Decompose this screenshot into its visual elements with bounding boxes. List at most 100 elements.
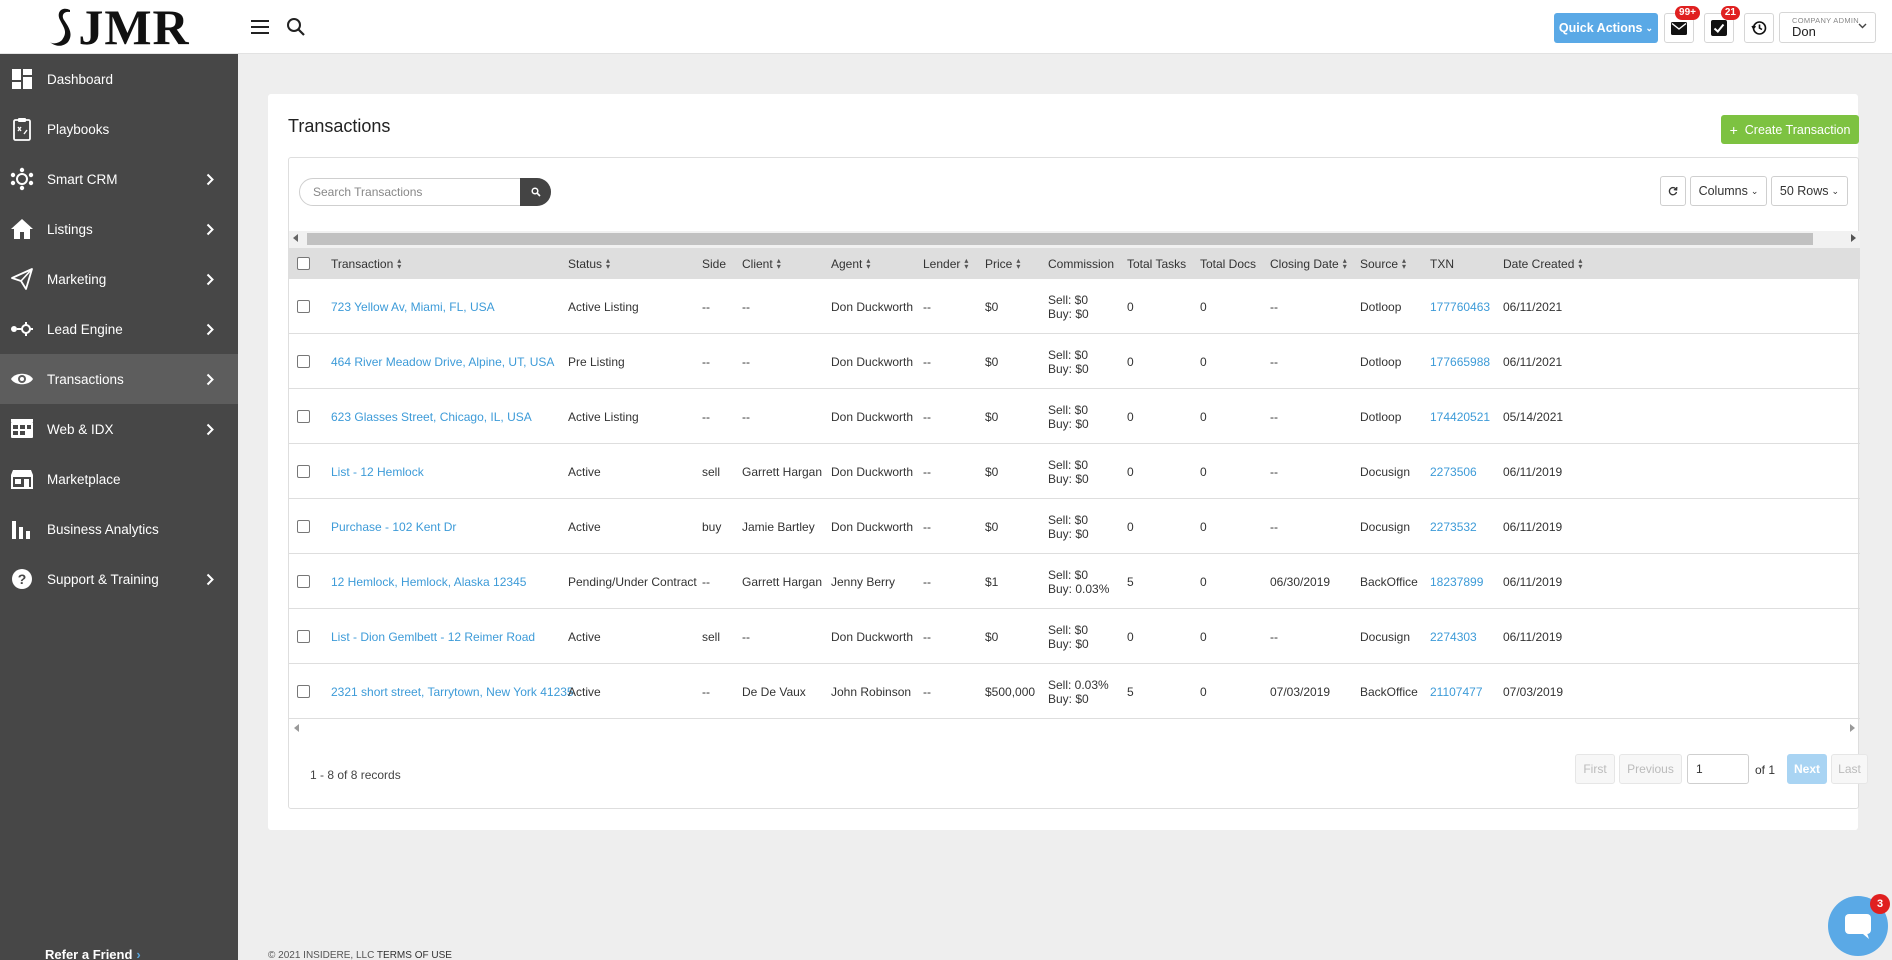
side-value: -- <box>702 409 710 424</box>
sidebar-item-support-training[interactable]: ? Support & Training <box>0 554 238 604</box>
menu-icon[interactable] <box>250 17 270 37</box>
create-transaction-button[interactable]: + Create Transaction <box>1721 115 1859 144</box>
row-checkbox[interactable] <box>297 575 310 588</box>
search-button[interactable] <box>520 178 551 206</box>
column-header-status[interactable]: Status ▴ ▾ <box>568 248 610 279</box>
transaction-link[interactable]: List - Dion Gemlbett - 12 Reimer Road <box>331 630 535 644</box>
column-header-source[interactable]: Source ▴ ▾ <box>1360 248 1406 279</box>
sidebar-item-marketplace[interactable]: Marketplace <box>0 454 238 504</box>
column-header-lender[interactable]: Lender ▴ ▾ <box>923 248 968 279</box>
commission-sell: Sell: 0.03% <box>1048 677 1109 692</box>
txn-link[interactable]: 174420521 <box>1430 410 1490 424</box>
txn-link[interactable]: 2274303 <box>1430 630 1477 644</box>
refresh-button[interactable] <box>1660 176 1686 206</box>
txn-link[interactable]: 2273532 <box>1430 520 1477 534</box>
tasks-button[interactable]: 21 <box>1704 6 1740 43</box>
transaction-link[interactable]: 464 River Meadow Drive, Alpine, UT, USA <box>331 355 554 369</box>
commission-buy: Buy: $0 <box>1048 526 1089 541</box>
commission-sell: Sell: $0 <box>1048 512 1089 527</box>
source-value: BackOffice <box>1360 684 1418 699</box>
lender-cell: -- <box>923 609 931 664</box>
rows-per-page-dropdown[interactable]: 50 Rows ⌄ <box>1771 176 1848 206</box>
txn-link[interactable]: 2273506 <box>1430 465 1477 479</box>
sidebar-item-playbooks[interactable]: Playbooks <box>0 104 238 154</box>
help-icon: ? <box>9 566 35 592</box>
status-value: Active <box>568 464 601 479</box>
transaction-link[interactable]: Purchase - 102 Kent Dr <box>331 520 456 534</box>
column-header-client[interactable]: Client ▴ ▾ <box>742 248 781 279</box>
created-cell: 06/11/2021 <box>1503 334 1562 389</box>
sidebar-item-listings[interactable]: Listings <box>0 204 238 254</box>
transaction-link[interactable]: 12 Hemlock, Hemlock, Alaska 12345 <box>331 575 526 589</box>
first-page-button[interactable]: First <box>1575 754 1615 784</box>
last-page-button[interactable]: Last <box>1831 754 1868 784</box>
sidebar-item-business-analytics[interactable]: Business Analytics <box>0 504 238 554</box>
header-search-icon[interactable] <box>285 16 307 38</box>
search-input[interactable] <box>300 179 522 205</box>
sidebar-item-smart-crm[interactable]: Smart CRM <box>0 154 238 204</box>
transaction-link[interactable]: 723 Yellow Av, Miami, FL, USA <box>331 300 495 314</box>
client-value: -- <box>742 629 750 644</box>
transaction-link[interactable]: 623 Glasses Street, Chicago, IL, USA <box>331 410 532 424</box>
closing-cell: 06/30/2019 <box>1270 554 1330 609</box>
row-checkbox[interactable] <box>297 465 310 478</box>
side-value: sell <box>702 629 721 644</box>
tasks-cell: 0 <box>1127 499 1134 554</box>
bottom-scrollbar[interactable] <box>289 719 1860 736</box>
history-button[interactable] <box>1744 13 1774 43</box>
status-cell: Active <box>568 664 601 719</box>
row-checkbox[interactable] <box>297 355 310 368</box>
transaction-link[interactable]: List - 12 Hemlock <box>331 465 424 479</box>
docs-cell: 0 <box>1200 609 1207 664</box>
tasks-value: 0 <box>1127 519 1134 534</box>
docs-value: 0 <box>1200 409 1207 424</box>
sort-icon: ▴ ▾ <box>1578 255 1583 271</box>
column-header-label: Lender <box>923 256 961 271</box>
sidebar-item-lead-engine[interactable]: Lead Engine <box>0 304 238 354</box>
txn-link[interactable]: 18237899 <box>1430 575 1483 589</box>
user-menu[interactable]: COMPANY ADMIN Don <box>1779 12 1876 43</box>
txn-link[interactable]: 21107477 <box>1430 685 1483 699</box>
closing-cell: -- <box>1270 389 1278 444</box>
previous-page-button[interactable]: Previous <box>1619 754 1682 784</box>
next-page-button[interactable]: Next <box>1787 754 1827 784</box>
txn-link[interactable]: 177665988 <box>1430 355 1490 369</box>
row-checkbox[interactable] <box>297 300 310 313</box>
row-checkbox[interactable] <box>297 630 310 643</box>
page-number-input[interactable] <box>1687 754 1749 784</box>
docs-value: 0 <box>1200 354 1207 369</box>
columns-dropdown[interactable]: Columns ⌄ <box>1690 176 1767 206</box>
created-value: 06/11/2019 <box>1503 464 1563 479</box>
scrollbar-thumb[interactable] <box>307 233 1813 245</box>
sidebar-item-web-idx[interactable]: Web & IDX <box>0 404 238 454</box>
column-header-closing-date[interactable]: Closing Date ▴ ▾ <box>1270 248 1347 279</box>
column-header-price[interactable]: Price ▴ ▾ <box>985 248 1020 279</box>
column-header-transaction[interactable]: Transaction ▴ ▾ <box>331 248 401 279</box>
terms-of-use-link[interactable]: TERMS OF USE <box>377 950 452 960</box>
sidebar-item-marketing[interactable]: Marketing <box>0 254 238 304</box>
scroll-right-arrow-icon[interactable] <box>1851 234 1856 242</box>
txn-link[interactable]: 177760463 <box>1430 300 1490 314</box>
column-header-agent[interactable]: Agent ▴ ▾ <box>831 248 870 279</box>
mail-button[interactable]: 99+ <box>1664 6 1700 43</box>
sidebar-item-transactions[interactable]: Transactions <box>0 354 238 404</box>
side-cell: -- <box>702 664 710 719</box>
logo[interactable]: JMR <box>0 0 238 54</box>
refer-a-friend-link[interactable]: Refer a Friend › <box>45 947 141 960</box>
horizontal-scrollbar[interactable] <box>289 231 1860 248</box>
quick-actions-button[interactable]: Quick Actions ⌄ <box>1554 13 1658 43</box>
price-value: $1 <box>985 574 999 589</box>
select-all-checkbox[interactable] <box>297 257 310 270</box>
row-checkbox[interactable] <box>297 685 310 698</box>
row-checkbox[interactable] <box>297 520 310 533</box>
column-header-date-created[interactable]: Date Created ▴ ▾ <box>1503 248 1582 279</box>
commission-buy: Buy: $0 <box>1048 361 1089 376</box>
sidebar-item-dashboard[interactable]: Dashboard <box>0 54 238 104</box>
chevron-down-icon: ⌄ <box>1831 185 1840 196</box>
scroll-left-arrow-icon[interactable] <box>294 724 299 732</box>
transaction-link[interactable]: 2321 short street, Tarrytown, New York 4… <box>331 685 574 699</box>
row-checkbox[interactable] <box>297 410 310 423</box>
closing-value: -- <box>1270 519 1278 534</box>
scroll-left-arrow-icon[interactable] <box>293 234 298 242</box>
scroll-right-arrow-icon[interactable] <box>1850 724 1855 732</box>
